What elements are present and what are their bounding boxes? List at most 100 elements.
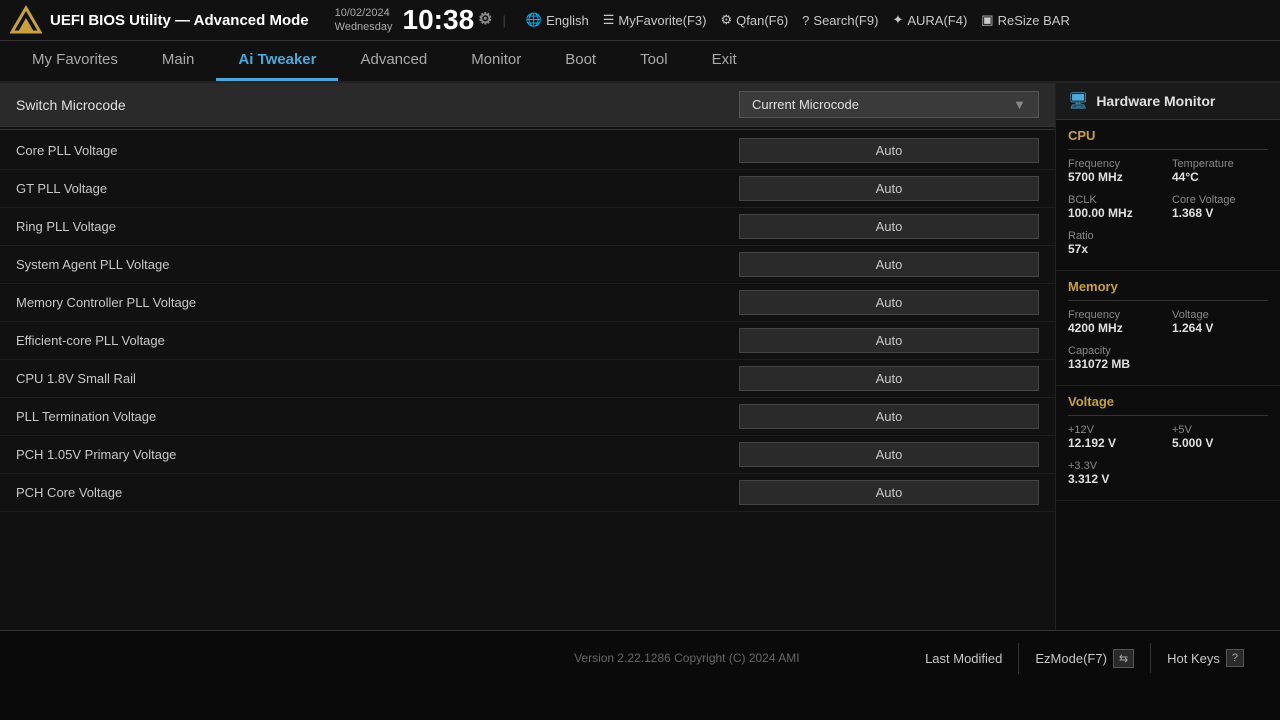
nav-tool[interactable]: Tool <box>618 41 690 81</box>
cpu-freq-value: 5700 MHz <box>1068 170 1164 184</box>
setting-value[interactable]: Auto <box>739 176 1039 201</box>
language-button[interactable]: 🌐 English <box>526 12 589 28</box>
nav-exit[interactable]: Exit <box>690 41 759 81</box>
memory-metrics: Frequency 4200 MHz Voltage 1.264 V Capac… <box>1068 309 1268 377</box>
setting-value[interactable]: Auto <box>739 290 1039 315</box>
setting-row-cpu18v[interactable]: CPU 1.8V Small Rail Auto <box>0 360 1055 398</box>
language-label: English <box>546 13 589 28</box>
setting-row-sa-pll[interactable]: System Agent PLL Voltage Auto <box>0 246 1055 284</box>
aura-label: AURA(F4) <box>907 13 967 28</box>
setting-label: System Agent PLL Voltage <box>16 257 169 272</box>
myfavorite-label: MyFavorite(F3) <box>618 13 706 28</box>
setting-row-pll-term[interactable]: PLL Termination Voltage Auto <box>0 398 1055 436</box>
sidebar-title: Hardware Monitor <box>1096 93 1215 109</box>
cpu-frequency-item: Frequency 5700 MHz <box>1068 158 1164 184</box>
hotkeys-button[interactable]: Hot Keys ? <box>1150 643 1260 673</box>
cpu-corevoltage-value: 1.368 V <box>1172 206 1268 220</box>
nav-monitor[interactable]: Monitor <box>449 41 543 81</box>
setting-row-core-pll[interactable]: Core PLL Voltage Auto <box>0 132 1055 170</box>
microcode-select[interactable]: Current Microcode ▼ <box>739 91 1039 118</box>
v12-item: +12V 12.192 V <box>1068 424 1164 450</box>
v12-label: +12V <box>1068 424 1164 436</box>
memory-divider <box>1068 300 1268 301</box>
setting-row-ring-pll[interactable]: Ring PLL Voltage Auto <box>0 208 1055 246</box>
nav: My Favorites Main Ai Tweaker Advanced Mo… <box>0 41 1280 83</box>
nav-ai-tweaker[interactable]: Ai Tweaker <box>216 41 338 81</box>
datetime: 10/02/2024 Wednesday <box>335 6 393 35</box>
setting-row-gt-pll[interactable]: GT PLL Voltage Auto <box>0 170 1055 208</box>
setting-value[interactable]: Auto <box>739 480 1039 505</box>
last-modified-button[interactable]: Last Modified <box>909 645 1018 672</box>
nav-main[interactable]: Main <box>140 41 217 81</box>
voltage-divider <box>1068 415 1268 416</box>
resizebar-button[interactable]: ▣ ReSize BAR <box>981 12 1070 28</box>
setting-value[interactable]: Auto <box>739 404 1039 429</box>
dropdown-arrow-icon: ▼ <box>1013 97 1026 112</box>
ezmode-button[interactable]: EzMode(F7) ⇆ <box>1018 643 1150 674</box>
setting-value[interactable]: Auto <box>739 366 1039 391</box>
cpu-bclk-label: BCLK <box>1068 194 1164 206</box>
mem-capacity-label: Capacity <box>1068 345 1268 357</box>
setting-label: Core PLL Voltage <box>16 143 117 158</box>
separator: | <box>503 13 506 28</box>
microcode-row[interactable]: Switch Microcode Current Microcode ▼ <box>0 83 1055 127</box>
setting-value[interactable]: Auto <box>739 442 1039 467</box>
main-area: Switch Microcode Current Microcode ▼ Cor… <box>0 83 1280 630</box>
monitor-icon: 🖥 <box>1068 91 1088 111</box>
v33-value: 3.312 V <box>1068 472 1164 486</box>
voltage-section-title: Voltage <box>1068 394 1268 409</box>
qfan-button[interactable]: ⚙ Qfan(F6) <box>721 12 789 28</box>
sidebar-header: 🖥 Hardware Monitor <box>1056 83 1280 120</box>
setting-value[interactable]: Auto <box>739 138 1039 163</box>
mem-voltage-label: Voltage <box>1172 309 1268 321</box>
v5-item: +5V 5.000 V <box>1172 424 1268 450</box>
date: 10/02/2024 <box>335 6 393 20</box>
cpu-section-title: CPU <box>1068 128 1268 143</box>
v12-value: 12.192 V <box>1068 436 1164 450</box>
header: UEFI BIOS Utility — Advanced Mode 10/02/… <box>0 0 1280 41</box>
mem-voltage-item: Voltage 1.264 V <box>1172 309 1268 335</box>
footer-copyright: Version 2.22.1286 Copyright (C) 2024 AMI <box>465 651 910 665</box>
star-icon: ☰ <box>603 12 615 28</box>
setting-label: CPU 1.8V Small Rail <box>16 371 136 386</box>
resizebar-label: ReSize BAR <box>998 13 1070 28</box>
v5-value: 5.000 V <box>1172 436 1268 450</box>
version-text: Version 2.22.1286 Copyright (C) 2024 AMI <box>574 651 799 665</box>
search-button[interactable]: ? Search(F9) <box>802 13 878 28</box>
setting-value[interactable]: Auto <box>739 214 1039 239</box>
logo-area: UEFI BIOS Utility — Advanced Mode <box>10 4 309 36</box>
microcode-value: Current Microcode <box>752 97 859 112</box>
setting-row-ecore-pll[interactable]: Efficient-core PLL Voltage Auto <box>0 322 1055 360</box>
settings-icon[interactable]: ⚙ <box>478 12 492 28</box>
mem-capacity-item: Capacity 131072 MB <box>1068 345 1268 371</box>
voltage-metrics: +12V 12.192 V +5V 5.000 V +3.3V 3.312 V <box>1068 424 1268 492</box>
cpu-freq-label: Frequency <box>1068 158 1164 170</box>
day: Wednesday <box>335 20 393 34</box>
setting-label: Efficient-core PLL Voltage <box>16 333 165 348</box>
ezmode-key-icon: ⇆ <box>1113 649 1134 668</box>
myfavorite-button[interactable]: ☰ MyFavorite(F3) <box>603 12 707 28</box>
setting-row-pch-core[interactable]: PCH Core Voltage Auto <box>0 474 1055 512</box>
aura-button[interactable]: ✦ AURA(F4) <box>892 12 967 28</box>
memory-section-title: Memory <box>1068 279 1268 294</box>
hotkeys-key-icon: ? <box>1226 649 1244 667</box>
setting-value[interactable]: Auto <box>739 328 1039 353</box>
v33-item: +3.3V 3.312 V <box>1068 460 1164 486</box>
nav-advanced[interactable]: Advanced <box>338 41 449 81</box>
nav-my-favorites[interactable]: My Favorites <box>10 41 140 81</box>
cpu-temp-value: 44°C <box>1172 170 1268 184</box>
cpu-metrics: Frequency 5700 MHz Temperature 44°C BCLK… <box>1068 158 1268 262</box>
cpu-temp-label: Temperature <box>1172 158 1268 170</box>
bios-title: UEFI BIOS Utility — Advanced Mode <box>50 12 309 29</box>
setting-label: PCH Core Voltage <box>16 485 122 500</box>
cpu-ratio-item: Ratio 57x <box>1068 230 1164 256</box>
setting-value[interactable]: Auto <box>739 252 1039 277</box>
setting-row-mc-pll[interactable]: Memory Controller PLL Voltage Auto <box>0 284 1055 322</box>
toolbar: 🌐 English ☰ MyFavorite(F3) ⚙ Qfan(F6) ? … <box>526 12 1070 28</box>
cpu-section: CPU Frequency 5700 MHz Temperature 44°C … <box>1056 120 1280 271</box>
scroll-area[interactable]: Switch Microcode Current Microcode ▼ Cor… <box>0 83 1055 630</box>
memory-section: Memory Frequency 4200 MHz Voltage 1.264 … <box>1056 271 1280 386</box>
mem-freq-item: Frequency 4200 MHz <box>1068 309 1164 335</box>
setting-row-pch105v[interactable]: PCH 1.05V Primary Voltage Auto <box>0 436 1055 474</box>
nav-boot[interactable]: Boot <box>543 41 618 81</box>
